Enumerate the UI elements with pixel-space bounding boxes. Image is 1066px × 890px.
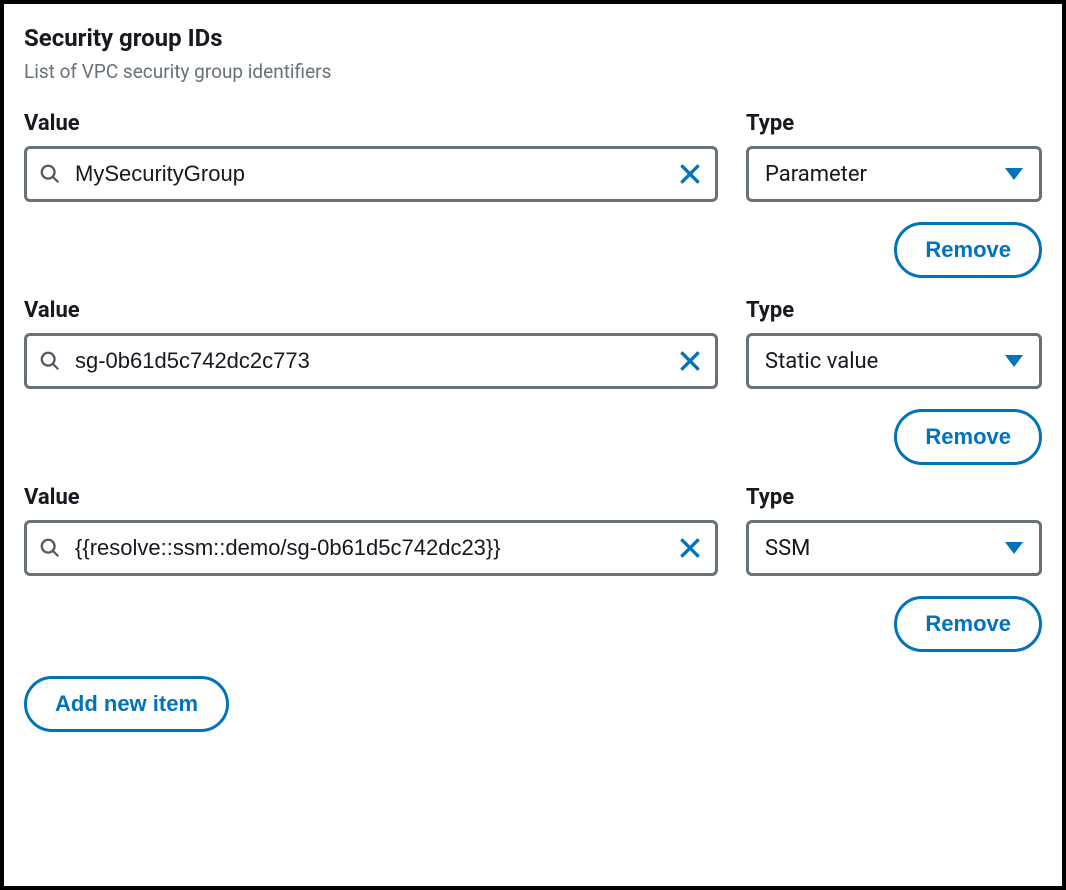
type-column: Type SSM <box>746 485 1042 576</box>
caret-down-icon <box>1005 168 1023 180</box>
clear-icon[interactable] <box>677 161 703 187</box>
add-new-item-button[interactable]: Add new item <box>24 676 229 732</box>
value-input[interactable] <box>75 535 669 561</box>
value-column: Value <box>24 111 718 202</box>
value-label: Value <box>24 298 718 323</box>
add-row: Add new item <box>24 676 1042 732</box>
section-title: Security group IDs <box>24 24 1042 52</box>
value-column: Value <box>24 485 718 576</box>
clear-icon[interactable] <box>677 348 703 374</box>
row-group: Value Type Static value <box>24 298 1042 465</box>
type-select-value: Static value <box>765 349 878 374</box>
field-row: Value Type SSM <box>24 485 1042 576</box>
field-row: Value Type Parameter <box>24 111 1042 202</box>
value-label: Value <box>24 485 718 510</box>
row-group: Value Type SSM <box>24 485 1042 652</box>
value-input-wrapper[interactable] <box>24 520 718 576</box>
value-input[interactable] <box>75 348 669 374</box>
type-select-value: SSM <box>765 536 810 561</box>
type-label: Type <box>746 111 1042 136</box>
type-select-value: Parameter <box>765 162 867 187</box>
caret-down-icon <box>1005 542 1023 554</box>
search-icon <box>39 350 61 372</box>
type-column: Type Parameter <box>746 111 1042 202</box>
remove-row: Remove <box>24 222 1042 278</box>
remove-row: Remove <box>24 409 1042 465</box>
value-label: Value <box>24 111 718 136</box>
remove-row: Remove <box>24 596 1042 652</box>
section-description: List of VPC security group identifiers <box>24 60 1042 83</box>
type-select[interactable]: Parameter <box>746 146 1042 202</box>
value-input-wrapper[interactable] <box>24 146 718 202</box>
remove-button[interactable]: Remove <box>894 222 1042 278</box>
clear-icon[interactable] <box>677 535 703 561</box>
search-icon <box>39 163 61 185</box>
type-select[interactable]: SSM <box>746 520 1042 576</box>
value-input-wrapper[interactable] <box>24 333 718 389</box>
value-input[interactable] <box>75 161 669 187</box>
value-column: Value <box>24 298 718 389</box>
search-icon <box>39 537 61 559</box>
caret-down-icon <box>1005 355 1023 367</box>
row-group: Value Type Parameter <box>24 111 1042 278</box>
security-group-ids-panel: Security group IDs List of VPC security … <box>0 0 1066 890</box>
type-select[interactable]: Static value <box>746 333 1042 389</box>
type-label: Type <box>746 485 1042 510</box>
type-label: Type <box>746 298 1042 323</box>
remove-button[interactable]: Remove <box>894 596 1042 652</box>
type-column: Type Static value <box>746 298 1042 389</box>
field-row: Value Type Static value <box>24 298 1042 389</box>
remove-button[interactable]: Remove <box>894 409 1042 465</box>
